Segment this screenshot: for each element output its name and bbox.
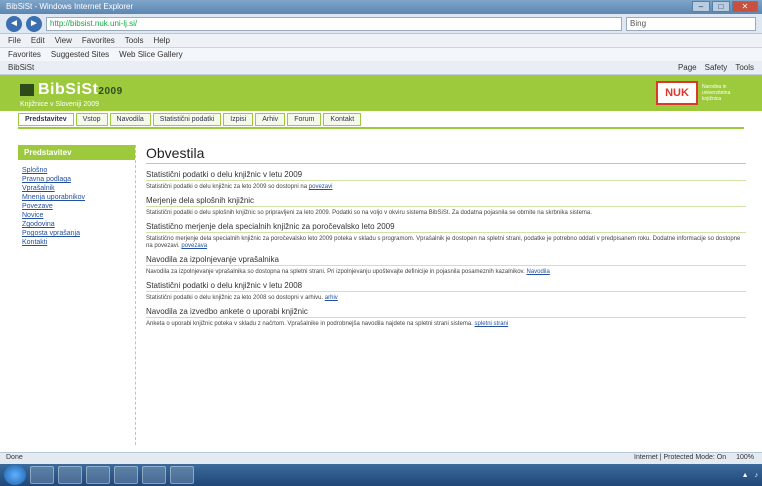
word-taskbar-icon[interactable] — [114, 466, 138, 484]
book-icon — [20, 83, 34, 96]
sidebar-item[interactable]: Zgodovina — [22, 220, 131, 229]
nuk-logo[interactable]: NUK Narodna in univerzitetna knjižnica — [656, 81, 742, 105]
menu-bar: File Edit View Favorites Tools Help — [0, 34, 762, 48]
section-text: Navodila za izpolnjevanje vprašalnika so… — [146, 269, 550, 275]
sidebar-item[interactable]: Mnenja uporabnikov — [22, 193, 131, 202]
section-heading: Navodila za izpolnjevanje vprašalnika — [146, 255, 746, 266]
section-link[interactable]: arhiv — [325, 295, 338, 301]
site-logo[interactable]: BibSiSt2009 — [20, 81, 123, 99]
web-slice-gallery-link[interactable]: Web Slice Gallery — [119, 50, 182, 59]
sidebar-item[interactable]: Pogosta vprašanja — [22, 229, 131, 238]
explorer-taskbar-icon[interactable] — [58, 466, 82, 484]
site-tabs: Predstavitev Vstop Navodila Statistični … — [18, 113, 362, 126]
network-icon[interactable]: ▲ — [742, 472, 749, 479]
site-subtitle: Knjižnice v Sloveniji 2009 — [20, 101, 99, 108]
url-input[interactable]: http://bibsist.nuk.uni-lj.si/ — [46, 16, 622, 31]
tab-divider — [18, 127, 744, 129]
status-bar: Done Internet | Protected Mode: On 100% — [0, 452, 762, 464]
address-bar: ◄ ► http://bibsist.nuk.uni-lj.si/ Bing — [0, 14, 762, 34]
close-button[interactable]: ✕ — [732, 1, 758, 12]
ie-taskbar-icon[interactable] — [30, 466, 54, 484]
menu-help[interactable]: Help — [153, 36, 169, 45]
menu-tools[interactable]: Tools — [125, 36, 144, 45]
sidebar-item[interactable]: Povezave — [22, 202, 131, 211]
tab-izpisi[interactable]: Izpisi — [223, 113, 254, 126]
tab-kontakt[interactable]: Kontakt — [323, 113, 362, 126]
section-heading: Statistični podatki o delu knjižnic v le… — [146, 170, 746, 181]
section-text: Statistično merjenje dela specialnih knj… — [146, 236, 741, 249]
favorites-button[interactable]: Favorites — [8, 50, 41, 59]
safety-menu[interactable]: Safety — [705, 63, 728, 72]
section-text: Statistični podatki o delu knjižnic za l… — [146, 184, 333, 190]
zoom-level[interactable]: 100% — [736, 454, 754, 461]
command-bar: BibSiSt Page Safety Tools — [0, 61, 762, 75]
tab-statisticni-podatki[interactable]: Statistični podatki — [152, 113, 222, 126]
media-taskbar-icon[interactable] — [86, 466, 110, 484]
taskbar: ▲ ♪ — [0, 464, 762, 486]
news-section: Navodila za izvedbo ankete o uporabi knj… — [146, 307, 746, 328]
news-section: Merjenje dela splošnih knjižnic Statisti… — [146, 196, 746, 217]
search-input[interactable]: Bing — [626, 16, 756, 31]
sidebar-item[interactable]: Novice — [22, 211, 131, 220]
section-text: Statistični podatki o delu knjižnic za l… — [146, 295, 338, 301]
sidebar-item[interactable]: Kontakti — [22, 238, 131, 247]
tab-navodila[interactable]: Navodila — [109, 113, 151, 126]
section-heading: Navodila za izvedbo ankete o uporabi knj… — [146, 307, 746, 318]
section-heading: Statistični podatki o delu knjižnic v le… — [146, 281, 746, 292]
app-taskbar-icon[interactable] — [170, 466, 194, 484]
sidebar-item[interactable]: Vprašalnik — [22, 184, 131, 193]
section-text: Anketa o uporabi knjižnic poteka v sklad… — [146, 321, 509, 327]
section-link[interactable]: povezava — [181, 243, 207, 249]
main-content: Obvestila Statistični podatki o delu knj… — [146, 145, 746, 333]
nuk-text: Narodna in univerzitetna knjižnica — [702, 84, 731, 102]
sidebar-item[interactable]: Pravna podlaga — [22, 175, 131, 184]
start-button[interactable] — [4, 465, 26, 485]
sidebar-item[interactable]: Splošno — [22, 166, 131, 175]
status-text: Done — [6, 454, 23, 461]
back-icon[interactable]: ◄ — [6, 15, 22, 32]
security-zone[interactable]: Internet | Protected Mode: On — [634, 454, 726, 461]
browser-tab[interactable]: BibSiSt — [8, 63, 34, 72]
news-section: Statistični podatki o delu knjižnic v le… — [146, 170, 746, 191]
window-title-bar: BibSiSt - Windows Internet Explorer – □ … — [0, 0, 762, 14]
forward-icon[interactable]: ► — [26, 15, 42, 32]
news-section: Statistično merjenje dela specialnih knj… — [146, 222, 746, 250]
menu-view[interactable]: View — [55, 36, 72, 45]
maximize-button[interactable]: □ — [712, 1, 730, 12]
menu-edit[interactable]: Edit — [31, 36, 45, 45]
section-text: Statistični podatki o delu splošnih knji… — [146, 210, 592, 216]
section-heading: Merjenje dela splošnih knjižnic — [146, 196, 746, 207]
window-title: BibSiSt - Windows Internet Explorer — [6, 2, 134, 11]
section-link[interactable]: spletni strani — [475, 321, 509, 327]
sidebar: Predstavitev Splošno Pravna podlaga Vpra… — [18, 145, 136, 445]
favorites-bar: Favorites Suggested Sites Web Slice Gall… — [0, 48, 762, 61]
page-title: Obvestila — [146, 145, 746, 164]
page-menu[interactable]: Page — [678, 63, 697, 72]
tab-vstop[interactable]: Vstop — [75, 113, 108, 126]
menu-file[interactable]: File — [8, 36, 21, 45]
suggested-sites-link[interactable]: Suggested Sites — [51, 50, 109, 59]
menu-favorites[interactable]: Favorites — [82, 36, 115, 45]
tab-predstavitev[interactable]: Predstavitev — [18, 113, 74, 126]
tab-forum[interactable]: Forum — [287, 113, 322, 126]
sidebar-heading: Predstavitev — [18, 145, 135, 160]
minimize-button[interactable]: – — [692, 1, 710, 12]
web-page: BibSiSt2009 Knjižnice v Sloveniji 2009 N… — [0, 75, 762, 452]
tab-arhiv[interactable]: Arhiv — [255, 113, 286, 126]
system-tray: ▲ ♪ — [742, 472, 758, 479]
news-section: Statistični podatki o delu knjižnic v le… — [146, 281, 746, 302]
site-header: BibSiSt2009 Knjižnice v Sloveniji 2009 N… — [0, 75, 762, 111]
section-link[interactable]: povezavi — [309, 184, 333, 190]
excel-taskbar-icon[interactable] — [142, 466, 166, 484]
tools-menu[interactable]: Tools — [735, 63, 754, 72]
news-section: Navodila za izpolnjevanje vprašalnika Na… — [146, 255, 746, 276]
section-heading: Statistično merjenje dela specialnih knj… — [146, 222, 746, 233]
section-link[interactable]: Navodila — [526, 269, 549, 275]
volume-icon[interactable]: ♪ — [755, 472, 759, 479]
nuk-mark: NUK — [656, 81, 698, 105]
